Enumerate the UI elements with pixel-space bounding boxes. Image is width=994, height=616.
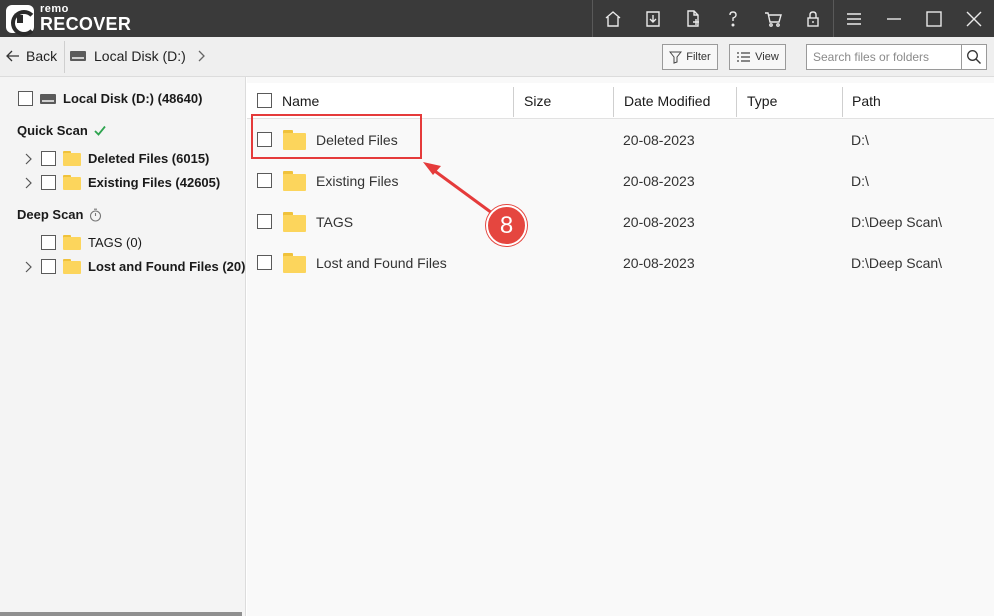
filter-button[interactable]: Filter [662, 44, 718, 70]
download-icon[interactable] [633, 0, 673, 37]
cell-path: D:\ [851, 172, 869, 189]
folder-icon [283, 171, 306, 191]
cell-name: TAGS [316, 213, 354, 230]
check-mark-icon [94, 125, 106, 136]
cell-name: Lost and Found Files [316, 254, 447, 271]
lock-icon[interactable] [793, 0, 833, 37]
back-button[interactable]: Back [6, 48, 57, 64]
quick-scan-heading: Quick Scan [17, 123, 106, 138]
folder-icon [63, 151, 81, 166]
back-label: Back [26, 48, 58, 64]
row-checkbox[interactable] [257, 214, 272, 229]
tree-item-label: Lost and Found Files (20) [88, 259, 246, 274]
chevron-right-icon[interactable] [24, 261, 34, 273]
cell-path: D:\ [851, 131, 869, 148]
checkbox[interactable] [41, 151, 56, 166]
view-button[interactable]: View [729, 44, 786, 70]
checkbox[interactable] [41, 235, 56, 250]
table-row[interactable]: TAGS 20-08-2023 D:\Deep Scan\ [247, 201, 994, 242]
tree-root-label: Local Disk (D:) (48640) [63, 91, 203, 106]
home-icon[interactable] [593, 0, 633, 37]
arrow-left-icon [6, 50, 19, 62]
folder-icon [63, 175, 81, 190]
app-logo: remo RECOVER [6, 4, 132, 36]
search-button[interactable] [961, 45, 986, 69]
breadcrumb-label: Local Disk (D:) [94, 48, 186, 64]
folder-icon [283, 253, 306, 273]
tree-root-local-disk[interactable]: Local Disk (D:) (48640) [18, 91, 202, 106]
drive-icon [40, 92, 56, 106]
filter-icon [669, 51, 683, 64]
tree-item-label: Existing Files (42605) [88, 175, 221, 190]
checkbox[interactable] [41, 259, 56, 274]
search-icon [967, 50, 981, 64]
search-box [806, 44, 987, 70]
folder-icon [283, 212, 306, 232]
help-icon[interactable] [713, 0, 753, 37]
table-row[interactable]: Existing Files 20-08-2023 D:\ [247, 160, 994, 201]
folder-tree-sidebar: Local Disk (D:) (48640) Quick Scan Delet… [0, 77, 246, 616]
close-icon[interactable] [954, 0, 994, 37]
row-checkbox[interactable] [257, 173, 272, 188]
checkbox[interactable] [41, 175, 56, 190]
logo-big-text: RECOVER [40, 14, 132, 34]
cell-date: 20-08-2023 [623, 213, 695, 230]
cell-path: D:\Deep Scan\ [851, 254, 943, 271]
filter-label: Filter [686, 51, 711, 63]
folder-icon [63, 259, 81, 274]
step-badge: 8 [486, 205, 527, 246]
tree-item-deleted-files[interactable]: Deleted Files (6015) [24, 151, 209, 166]
tree-item-label: Deleted Files (6015) [88, 151, 210, 166]
column-header-size[interactable]: Size [524, 83, 551, 119]
list-view-icon [737, 52, 751, 62]
search-input[interactable] [807, 45, 959, 69]
drive-icon [70, 49, 86, 63]
tree-item-lost-and-found[interactable]: Lost and Found Files (20) [24, 259, 245, 274]
sidebar-scrollbar[interactable] [0, 612, 242, 616]
menu-icon[interactable] [834, 0, 874, 37]
cell-date: 20-08-2023 [623, 254, 695, 271]
chevron-right-icon[interactable] [24, 153, 34, 165]
cell-date: 20-08-2023 [623, 131, 695, 148]
export-file-icon[interactable] [673, 0, 713, 37]
select-all-checkbox[interactable] [257, 93, 272, 108]
cell-name: Existing Files [316, 172, 399, 189]
title-bar: remo RECOVER [0, 0, 994, 37]
cell-date: 20-08-2023 [623, 172, 695, 189]
column-header-type[interactable]: Type [747, 83, 777, 119]
cart-icon[interactable] [753, 0, 793, 37]
minimize-icon[interactable] [874, 0, 914, 37]
column-header-path[interactable]: Path [852, 83, 881, 119]
view-label: View [755, 51, 779, 63]
table-row[interactable]: Lost and Found Files 20-08-2023 D:\Deep … [247, 242, 994, 283]
tree-item-existing-files[interactable]: Existing Files (42605) [24, 175, 220, 190]
row-checkbox[interactable] [257, 255, 272, 270]
chevron-right-icon [198, 50, 205, 62]
column-header-date[interactable]: Date Modified [624, 83, 710, 119]
folder-icon [63, 235, 81, 250]
tree-item-tags[interactable]: TAGS (0) [41, 235, 142, 250]
highlight-box [251, 114, 422, 159]
checkbox[interactable] [18, 91, 33, 106]
tree-item-label: TAGS (0) [88, 235, 142, 250]
deep-scan-heading: Deep Scan [17, 207, 102, 222]
maximize-icon[interactable] [914, 0, 954, 37]
cell-path: D:\Deep Scan\ [851, 213, 943, 230]
chevron-right-icon[interactable] [24, 177, 34, 189]
remo-logo-icon [6, 4, 37, 36]
navigation-bar: Back Local Disk (D:) Filter View [0, 37, 994, 77]
stopwatch-icon [90, 208, 102, 222]
breadcrumb[interactable]: Local Disk (D:) [70, 48, 206, 64]
